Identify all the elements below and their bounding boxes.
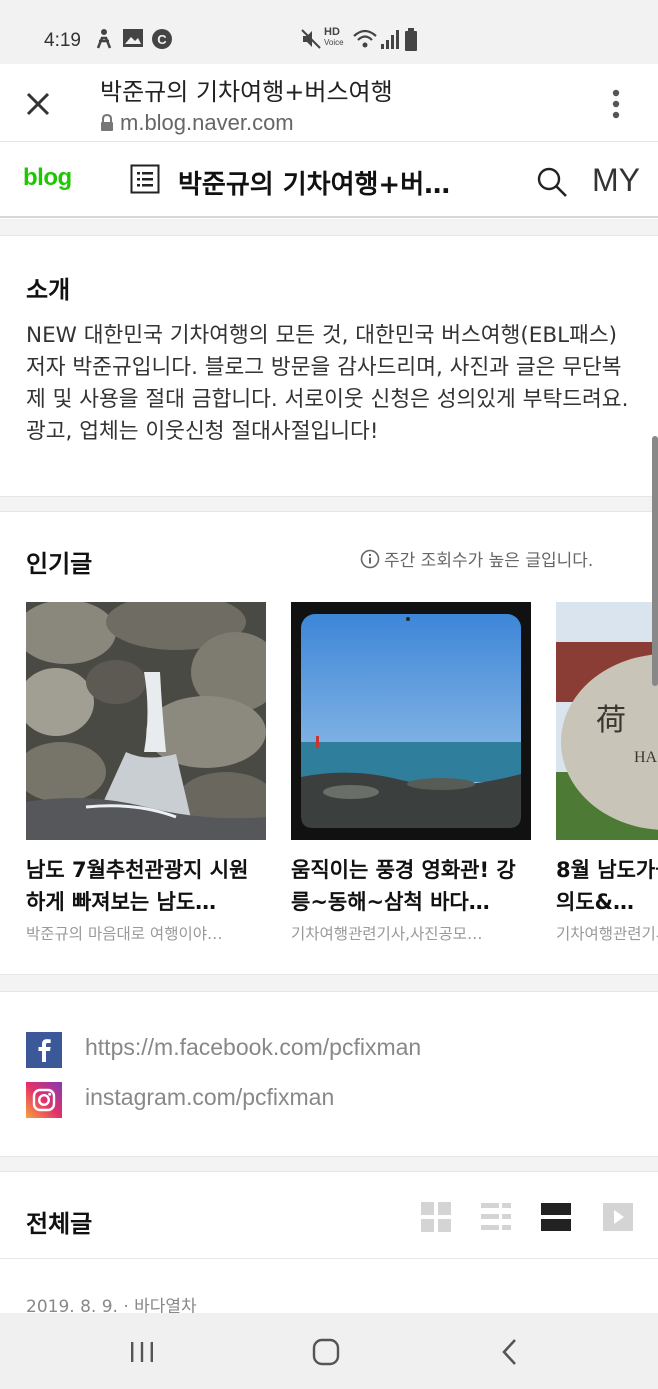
intro-section: 소개 NEW 대한민국 기차여행의 모든 것, 대한민국 버스여행(EBL패스)…	[0, 235, 658, 497]
blog-logo[interactable]: blog	[23, 164, 72, 192]
card-view-icon[interactable]	[541, 1202, 571, 1232]
popular-post-title[interactable]: 8월 남도가볼만한곳 안 하의도&…	[556, 854, 658, 918]
popular-heading: 인기글	[26, 550, 93, 578]
lock-icon	[101, 114, 113, 131]
browser-bar: 박준규의 기차여행+버스여행 m.blog.naver.com	[0, 64, 658, 142]
svg-text:HA: HA	[634, 749, 658, 766]
video-view-icon[interactable]	[603, 1202, 633, 1232]
all-posts-heading: 전체글	[26, 1210, 93, 1238]
battery-icon	[405, 28, 417, 51]
popular-note-text: 주간 조회수가 높은 글입니다.	[384, 551, 594, 571]
browser-url[interactable]: m.blog.naver.com	[100, 110, 294, 136]
search-icon[interactable]	[536, 166, 568, 198]
section-divider	[0, 219, 658, 235]
home-icon[interactable]	[309, 1335, 343, 1369]
svg-text:C: C	[157, 32, 167, 47]
facebook-icon	[26, 1032, 62, 1068]
divider	[0, 1258, 658, 1259]
instagram-icon	[26, 1082, 62, 1118]
section-divider	[0, 975, 658, 991]
wifi-icon	[353, 29, 377, 48]
info-icon	[360, 549, 380, 569]
popular-post-meta: 기차여행관련기사	[556, 925, 658, 943]
voice-label: Voice	[324, 38, 344, 47]
my-button[interactable]: MY	[592, 162, 640, 199]
svg-text:荷: 荷	[596, 703, 626, 738]
signal-icon	[381, 30, 399, 49]
popular-post-meta: 박준규의 마음대로 여행이야…	[26, 925, 223, 943]
blog-menu-icon[interactable]	[130, 164, 160, 194]
popular-post-card[interactable]: 荷 HA 8월 남도가볼만한곳 안 하의도&… 기차여행관련기사	[556, 602, 658, 944]
stone-monument-photo[interactable]: 荷 HA	[556, 602, 658, 840]
instagram-url[interactable]: instagram.com/pcfixman	[85, 1084, 334, 1111]
hd-voice-icon: HD Voice	[324, 27, 348, 48]
blog-header: blog 박준규의 기차여행+버… MY	[0, 142, 658, 218]
waterfall-rocks-photo[interactable]	[26, 602, 266, 840]
popular-post-meta: 기차여행관련기사,사진공모…	[291, 925, 483, 943]
intro-heading: 소개	[26, 276, 71, 304]
more-options-icon[interactable]	[608, 88, 624, 120]
mute-icon	[301, 29, 321, 49]
popular-post-title[interactable]: 남도 7월추천관광지 시원하게 빠져보는 남도…	[26, 854, 266, 918]
hd-label: HD	[324, 26, 340, 38]
system-nav-bar	[0, 1313, 658, 1389]
list-view-icon[interactable]	[481, 1202, 511, 1232]
popular-note: 주간 조회수가 높은 글입니다.	[360, 546, 593, 571]
status-time: 4:19	[44, 30, 81, 51]
sea-train-window-photo[interactable]	[291, 602, 531, 840]
social-section: https://m.facebook.com/pcfixman instagra…	[0, 991, 658, 1157]
c-badge-icon: C	[152, 29, 172, 49]
accessibility-icon	[96, 29, 112, 49]
close-icon[interactable]	[22, 88, 54, 120]
grid-view-icon[interactable]	[421, 1202, 451, 1232]
scrollbar-thumb[interactable]	[652, 436, 658, 686]
section-divider	[0, 497, 658, 511]
popular-section: 인기글 주간 조회수가 높은 글입니다. 남도 7월추천관광지 시원하게 빠져보…	[0, 511, 658, 975]
intro-text: NEW 대한민국 기차여행의 모든 것, 대한민국 버스여행(EBL패스) 저자…	[26, 323, 629, 444]
browser-url-text: m.blog.naver.com	[120, 110, 294, 135]
image-icon	[123, 29, 143, 47]
section-divider	[0, 1157, 658, 1171]
recent-apps-icon[interactable]	[125, 1335, 159, 1369]
popular-post-title[interactable]: 움직이는 풍경 영화관! 강릉~동해~삼척 바다…	[291, 854, 531, 918]
facebook-url[interactable]: https://m.facebook.com/pcfixman	[85, 1034, 421, 1061]
status-bar: 4:19 C HD Voice	[0, 0, 658, 64]
popular-post-card[interactable]: 남도 7월추천관광지 시원하게 빠져보는 남도… 박준규의 마음대로 여행이야…	[26, 602, 266, 944]
browser-page-title: 박준규의 기차여행+버스여행	[100, 78, 393, 106]
popular-post-card[interactable]: 움직이는 풍경 영화관! 강릉~동해~삼척 바다… 기차여행관련기사,사진공모…	[291, 602, 531, 944]
back-icon[interactable]	[494, 1335, 528, 1369]
blog-title[interactable]: 박준규의 기차여행+버…	[178, 164, 450, 201]
